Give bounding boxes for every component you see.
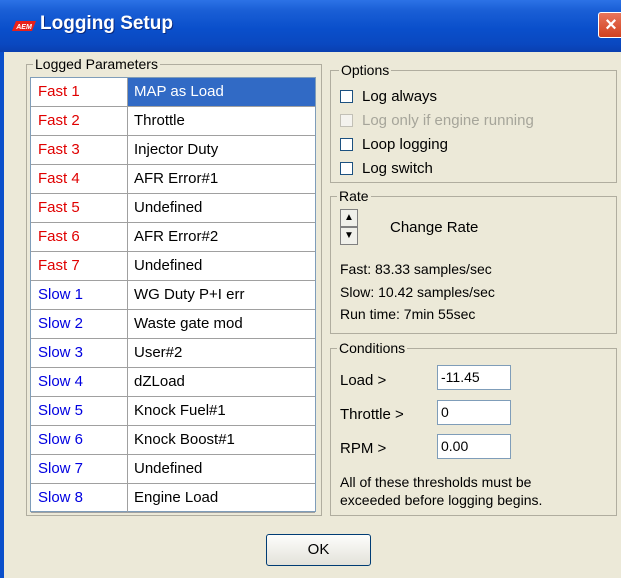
options-label: Options [339, 62, 392, 78]
parameter-name[interactable]: WG Duty P+I err [128, 281, 315, 309]
parameter-slot: Slow 4 [31, 368, 128, 396]
parameter-name[interactable]: Throttle [128, 107, 315, 135]
parameter-name[interactable]: Knock Fuel#1 [128, 397, 315, 425]
loop-logging-box[interactable] [340, 138, 353, 151]
logged-parameters-list[interactable]: Fast 1 MAP as Load Fast 2 Throttle Fast 3 Inj… [30, 77, 316, 513]
parameter-row[interactable]: Fast 5 Undefined [31, 194, 315, 223]
close-button[interactable]: × [598, 12, 621, 38]
parameter-slot: Slow 3 [31, 339, 128, 367]
load-input[interactable]: -11.45 [437, 365, 511, 390]
parameter-name[interactable]: Engine Load [128, 484, 315, 512]
parameter-row[interactable]: Fast 7 Undefined [31, 252, 315, 281]
parameter-slot: Fast 1 [31, 78, 128, 106]
parameter-slot: Fast 4 [31, 165, 128, 193]
parameter-slot: Slow 8 [31, 484, 128, 512]
rpm-input[interactable]: 0.00 [437, 434, 511, 459]
parameter-slot: Fast 6 [31, 223, 128, 251]
parameter-name[interactable]: Undefined [128, 252, 315, 280]
parameter-slot: Fast 2 [31, 107, 128, 135]
conditions-note-line2: exceeded before logging begins. [340, 492, 543, 508]
logging-setup-window: AEM Logging Setup × Logged Parameters Fa… [0, 0, 621, 578]
conditions-label: Conditions [337, 340, 408, 356]
rate-down-button[interactable]: ▼ [340, 227, 358, 245]
load-label: Load > [340, 372, 387, 389]
parameter-slot: Fast 3 [31, 136, 128, 164]
parameter-name[interactable]: Undefined [128, 194, 315, 222]
parameter-slot: Slow 2 [31, 310, 128, 338]
log-always-label: Log always [362, 88, 438, 105]
window-title: Logging Setup [40, 13, 173, 34]
parameter-row[interactable]: Fast 4 AFR Error#1 [31, 165, 315, 194]
parameter-name[interactable]: Waste gate mod [128, 310, 315, 338]
parameter-row[interactable]: Slow 1 WG Duty P+I err [31, 281, 315, 310]
log-always-box[interactable] [340, 90, 353, 103]
close-icon: × [605, 14, 617, 36]
rate-up-button[interactable]: ▲ [340, 209, 358, 227]
parameter-row[interactable]: Slow 5 Knock Fuel#1 [31, 397, 315, 426]
parameter-row[interactable]: Slow 7 Undefined [31, 455, 315, 484]
arrow-down-icon: ▼ [344, 230, 354, 241]
parameter-row[interactable]: Fast 2 Throttle [31, 107, 315, 136]
parameter-slot: Slow 6 [31, 426, 128, 454]
run-time-text: Run time: 7min 55sec [340, 306, 476, 322]
parameter-name[interactable]: User#2 [128, 339, 315, 367]
parameter-row[interactable]: Slow 6 Knock Boost#1 [31, 426, 315, 455]
conditions-note-line1: All of these thresholds must be [340, 474, 532, 490]
parameter-slot: Slow 7 [31, 455, 128, 483]
parameter-name[interactable]: Injector Duty [128, 136, 315, 164]
arrow-up-icon: ▲ [344, 212, 354, 223]
parameter-row[interactable]: Fast 6 AFR Error#2 [31, 223, 315, 252]
parameter-name[interactable]: dZLoad [128, 368, 315, 396]
parameter-name[interactable]: MAP as Load [128, 78, 315, 106]
title-bar[interactable]: AEM Logging Setup × [0, 0, 621, 52]
ok-button[interactable]: OK [266, 534, 371, 566]
parameter-name[interactable]: Knock Boost#1 [128, 426, 315, 454]
parameter-slot: Slow 1 [31, 281, 128, 309]
throttle-label: Throttle > [340, 406, 404, 423]
parameter-row[interactable]: Slow 4 dZLoad [31, 368, 315, 397]
parameter-name[interactable]: Undefined [128, 455, 315, 483]
rate-label: Rate [337, 188, 371, 204]
parameter-row[interactable]: Slow 8 Engine Load [31, 484, 315, 513]
loop-logging-label: Loop logging [362, 136, 448, 153]
parameter-name[interactable]: AFR Error#1 [128, 165, 315, 193]
rpm-label: RPM > [340, 440, 387, 457]
log-only-running-box [340, 114, 353, 127]
parameter-row[interactable]: Slow 3 User#2 [31, 339, 315, 368]
parameter-slot: Slow 5 [31, 397, 128, 425]
throttle-input[interactable]: 0 [437, 400, 511, 425]
parameter-slot: Fast 5 [31, 194, 128, 222]
log-switch-label: Log switch [362, 160, 433, 177]
parameter-slot: Fast 7 [31, 252, 128, 280]
log-only-running-label: Log only if engine running [362, 112, 534, 129]
parameter-row[interactable]: Slow 2 Waste gate mod [31, 310, 315, 339]
slow-rate-text: Slow: 10.42 samples/sec [340, 284, 495, 300]
svg-text:AEM: AEM [15, 24, 32, 31]
change-rate-label: Change Rate [390, 219, 479, 236]
parameter-name[interactable]: AFR Error#2 [128, 223, 315, 251]
logged-parameters-label: Logged Parameters [33, 56, 160, 72]
fast-rate-text: Fast: 83.33 samples/sec [340, 261, 492, 277]
parameter-row[interactable]: Fast 1 MAP as Load [31, 78, 315, 107]
aem-logo-icon: AEM [12, 21, 36, 31]
log-switch-box[interactable] [340, 162, 353, 175]
parameter-row[interactable]: Fast 3 Injector Duty [31, 136, 315, 165]
